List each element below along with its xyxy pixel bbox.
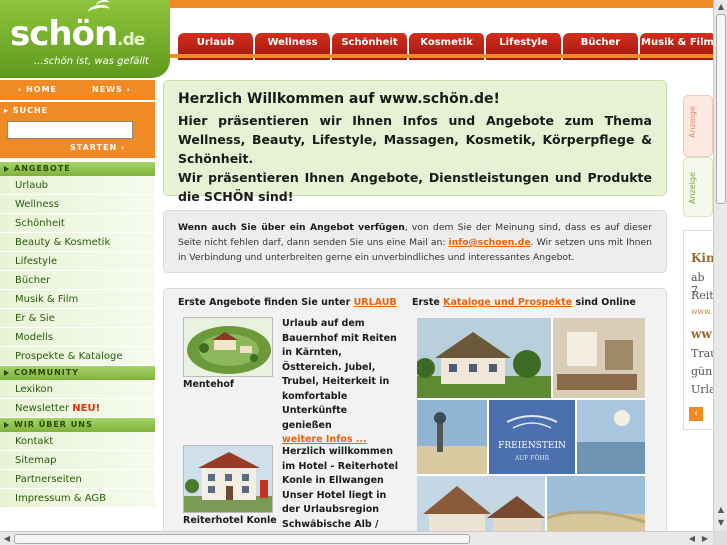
ad-text: www. <box>691 307 713 316</box>
menu-item-partnerseiten[interactable]: Partnerseiten <box>0 470 155 489</box>
vertical-scrollbar[interactable]: ▲ ▲ ▼ <box>713 0 727 531</box>
reiterhotel-thumbnail[interactable] <box>183 445 273 513</box>
menu-item-beauty-kosmetik[interactable]: Beauty & Kosmetik <box>0 233 155 252</box>
menu-item-newsletter[interactable]: Newsletter NEU! <box>0 399 155 418</box>
item-caption: Reiterhotel Konle <box>183 515 277 526</box>
ad-text: Trau <box>691 347 715 360</box>
catalog-collage[interactable]: FREIENSTEIN AUF FÖHR <box>417 318 645 545</box>
listing-panel: Erste Angebote finden Sie unter URLAUB E… <box>163 288 667 545</box>
menu-item-kontakt[interactable]: Kontakt <box>0 432 155 451</box>
arrow-right-icon <box>4 369 9 376</box>
ad-banner-1[interactable]: Anzeige <box>683 95 713 157</box>
urlaub-link[interactable]: URLAUB <box>354 297 397 308</box>
welcome-text-2: Wir präsentieren Ihnen Angebote, Dienstl… <box>178 170 652 204</box>
menu-item-modells[interactable]: Modells <box>0 328 155 347</box>
ad-text: Kin <box>691 251 715 265</box>
item-description: Herzlich willkommen im Hotel - Reiterhot… <box>282 446 398 530</box>
email-link[interactable]: info@schoen.de <box>449 237 531 248</box>
scroll-left-icon[interactable]: ◀ <box>1 533 13 545</box>
scroll-down-icon[interactable]: ▼ <box>715 517 727 529</box>
offer-bold: Wenn auch Sie über ein Angebot verfügen <box>178 222 405 233</box>
arrow-right-icon <box>4 165 9 172</box>
ad-banner-2[interactable]: Anzeige <box>683 157 713 217</box>
welcome-panel: Herzlich Willkommen auf www.schön.de! Hi… <box>163 80 667 204</box>
menu-item-wellness[interactable]: Wellness <box>0 195 155 214</box>
welcome-text-1: Hier präsentieren wir Ihnen Infos und An… <box>178 113 652 166</box>
menu-item-sitemap[interactable]: Sitemap <box>0 451 155 470</box>
scroll-left-icon[interactable]: ◀ <box>686 533 698 545</box>
more-info-link[interactable]: weitere Infos ... <box>282 434 367 445</box>
scroll-right-icon[interactable]: ▶ <box>699 533 711 545</box>
ad-label: Anzeige <box>688 172 697 204</box>
ad-banner-text[interactable]: Kin ab 7 Reit www. ww Trau gün Urla ‹ <box>683 230 715 430</box>
kataloge-link[interactable]: Kataloge und Prospekte <box>443 297 572 308</box>
scrollbar-corner <box>713 531 727 545</box>
horizontal-scroll-thumb[interactable] <box>14 534 470 544</box>
search-input[interactable] <box>7 121 133 139</box>
menu-item-musik-film[interactable]: Musik & Film <box>0 290 155 309</box>
main-nav: Urlaub Wellness Schönheit Kosmetik Lifes… <box>170 8 727 60</box>
ad-label: Anzeige <box>688 106 697 138</box>
menu-item-schoenheit[interactable]: Schönheit <box>0 214 155 233</box>
site-logo[interactable]: schön.de ...schön ist, was gefällt <box>0 0 170 78</box>
ad-prev-icon[interactable]: ‹ <box>689 407 703 421</box>
menu-item-buecher[interactable]: Bücher <box>0 271 155 290</box>
nav-underline <box>170 54 727 58</box>
welcome-title: Herzlich Willkommen auf www.schön.de! <box>178 91 500 107</box>
menu-head-angebote: ANGEBOTE <box>0 162 155 176</box>
scroll-up-icon[interactable]: ▲ <box>715 1 727 13</box>
news-link[interactable]: NEWS › <box>92 80 131 100</box>
arrow-right-icon <box>4 421 9 428</box>
vertical-scroll-thumb[interactable] <box>716 14 726 204</box>
ad-text: gün <box>691 365 713 378</box>
search-box: ▸ SUCHE STARTEN › <box>0 102 155 158</box>
new-badge: NEU! <box>72 403 101 414</box>
menu-item-er-sie[interactable]: Er & Sie <box>0 309 155 328</box>
home-link[interactable]: ‹ HOME <box>18 80 57 100</box>
listing-left-header: Erste Angebote finden Sie unter URLAUB <box>178 297 397 308</box>
listing-right-header: Erste Kataloge und Prospekte sind Online <box>412 297 636 308</box>
menu-item-prospekte[interactable]: Prospekte & Kataloge <box>0 347 155 366</box>
search-title: ▸ SUCHE <box>4 106 49 115</box>
ad-text: ww <box>691 327 712 341</box>
menu-item-impressum[interactable]: Impressum & AGB <box>0 489 155 508</box>
search-start-button[interactable]: STARTEN › <box>70 143 125 152</box>
logo-tagline: ...schön ist, was gefällt <box>34 56 149 67</box>
top-accent-bar <box>170 0 727 8</box>
mentehof-thumbnail[interactable] <box>183 317 273 377</box>
catalog-brand-sub: AUF FÖHR <box>514 455 550 462</box>
menu-item-urlaub[interactable]: Urlaub <box>0 176 155 195</box>
menu-head-community: COMMUNITY <box>0 366 155 380</box>
menu-item-lexikon[interactable]: Lexikon <box>0 380 155 399</box>
menu-head-about: WIR ÜBER UNS <box>0 418 155 432</box>
ad-text: Reit <box>691 289 714 302</box>
item-caption: Mentehof <box>183 379 235 390</box>
catalog-brand-title: FREIENSTEIN <box>498 441 566 451</box>
offer-panel: Wenn auch Sie über ein Angebot verfügen,… <box>163 210 667 273</box>
scroll-up-icon[interactable]: ▲ <box>715 504 727 516</box>
quicklink-bar: ‹ HOME NEWS › <box>0 80 155 100</box>
logo-wordmark: schön.de <box>10 14 145 54</box>
ad-text: Urla <box>691 383 715 396</box>
horizontal-scrollbar[interactable]: ◀ ◀ ▶ <box>0 531 713 545</box>
side-menu: ANGEBOTE Urlaub Wellness Schönheit Beaut… <box>0 162 155 545</box>
menu-item-lifestyle[interactable]: Lifestyle <box>0 252 155 271</box>
item-description: Urlaub auf dem Bauernhof mit Reiten in K… <box>282 318 397 445</box>
